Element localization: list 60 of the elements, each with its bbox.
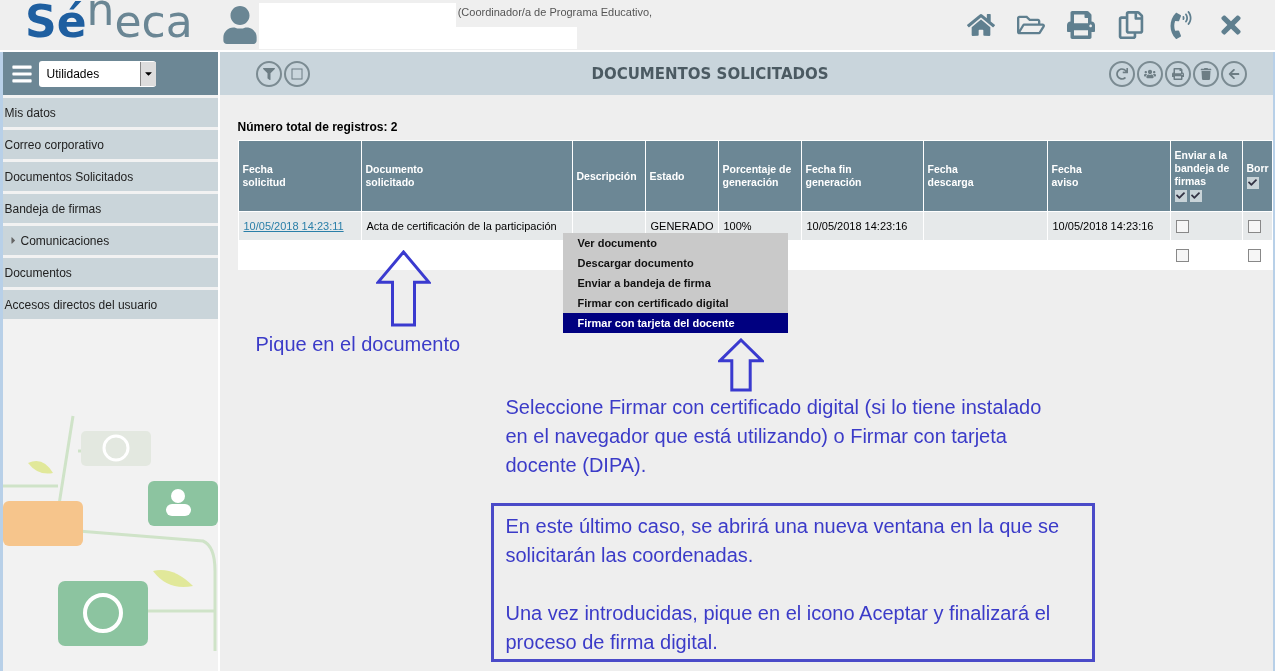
date-link[interactable]: 10/05/2018 14:23:11 xyxy=(243,220,344,232)
menu-item[interactable]: Firmar con tarjeta del docente xyxy=(562,313,788,333)
sidebar-item[interactable]: Documentos xyxy=(2,258,218,287)
refresh-icon xyxy=(1115,67,1128,80)
user-role: (Coordinador/a de Programa Educativo, xyxy=(457,6,653,18)
hint-text: Pique en el documento xyxy=(255,332,461,357)
select-all-icon[interactable] xyxy=(1189,189,1202,202)
sidebar-item[interactable]: Accesos directos del usuario xyxy=(2,290,218,319)
up-arrow-icon xyxy=(717,338,764,392)
column-header: Documento solicitado xyxy=(361,140,572,212)
checkbox[interactable] xyxy=(1247,219,1261,233)
menu-item[interactable]: Descargar documento xyxy=(562,253,788,273)
note-text: En este último caso, se abrirá una nueva ventana en la que se solicitarán las coordenadas. xyxy=(505,514,1061,568)
checkbox[interactable] xyxy=(1175,248,1189,262)
sidebar-item[interactable]: Correo corporativo xyxy=(2,130,218,159)
instruction-text: Seleccione Firmar con certificado digital (si lo tiene instalado en el navegador que está utilizando) o Firmar con tarjeta docente (DIPA). xyxy=(505,395,1043,478)
print-button[interactable] xyxy=(1164,60,1191,87)
seneca-logo: Séneca xyxy=(25,0,193,44)
filter-button[interactable] xyxy=(255,60,282,87)
page-title: DOCUMENTOS SOLICITADOS xyxy=(590,64,830,83)
table-cell: 10/05/2018 14:23:16 xyxy=(1047,211,1170,241)
column-header: Fecha solicitud xyxy=(238,140,361,212)
filter-icon xyxy=(262,67,275,80)
table-cell: Acta de certificación de la participación xyxy=(361,211,572,241)
arrow-left-icon xyxy=(1227,67,1240,80)
column-header: Estado xyxy=(645,140,718,212)
table-cell: 10/05/2018 14:23:16 xyxy=(801,211,923,241)
record-count: Número total de registros: 2 xyxy=(237,120,399,134)
print-icon xyxy=(1171,67,1184,80)
sidebar-item[interactable]: Mis datos xyxy=(2,98,218,127)
menu-item[interactable]: Enviar a bandeja de firma xyxy=(562,273,788,293)
module-select[interactable]: Utilidades xyxy=(38,60,156,87)
home-icon[interactable] xyxy=(967,11,995,39)
user-icon xyxy=(220,6,259,44)
column-header: Fecha descarga xyxy=(923,140,1047,212)
column-header: Enviar a la bandeja de firmas xyxy=(1170,140,1242,212)
back-button[interactable] xyxy=(1220,60,1247,87)
trash-icon xyxy=(1199,67,1212,80)
sidebar-item[interactable]: Documentos Solicitados xyxy=(2,162,218,191)
select-all-icon[interactable] xyxy=(1174,189,1187,202)
up-arrow-icon xyxy=(375,250,431,327)
checkbox[interactable] xyxy=(1247,248,1261,262)
menu-item[interactable]: Firmar con certificado digital xyxy=(562,293,788,313)
sidebar-item[interactable]: Bandeja de firmas xyxy=(2,194,218,223)
export-button[interactable] xyxy=(283,60,310,87)
column-header: Porcentaje de generación xyxy=(718,140,801,212)
users-icon xyxy=(1143,67,1156,80)
select-all-icon[interactable] xyxy=(1246,176,1259,189)
column-header: Fecha aviso xyxy=(1047,140,1170,212)
column-header: Borr xyxy=(1242,140,1272,212)
users-button[interactable] xyxy=(1136,60,1163,87)
copy-icon[interactable] xyxy=(1117,11,1145,39)
column-header: Descripción xyxy=(572,140,645,212)
note-text: Una vez introducidas, pique en el icono Aceptar y finalizará el proceso de firma digital. xyxy=(505,601,1052,655)
delete-button[interactable] xyxy=(1192,60,1219,87)
print-icon[interactable] xyxy=(1067,11,1095,39)
column-header: Fecha fin generación xyxy=(801,140,923,212)
refresh-button[interactable] xyxy=(1108,60,1135,87)
checkbox[interactable] xyxy=(1175,219,1189,233)
sidebar-group[interactable]: Comunicaciones xyxy=(2,226,218,255)
